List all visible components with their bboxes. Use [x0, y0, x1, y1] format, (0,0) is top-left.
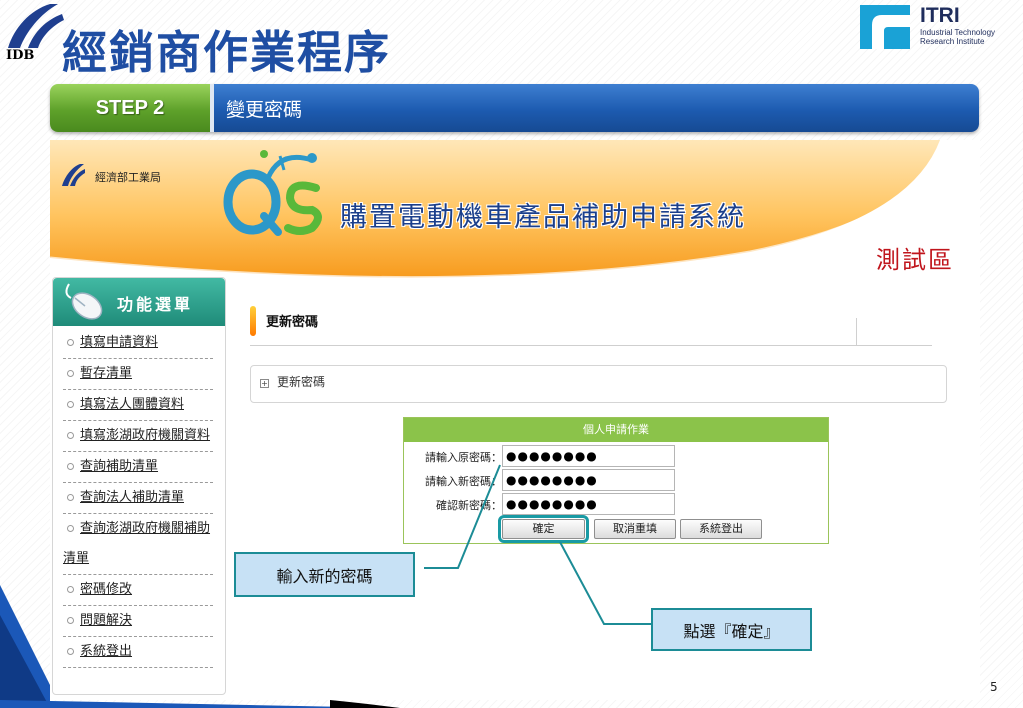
old-password-field[interactable]: ●●●●●●●●	[502, 445, 675, 467]
menu-item-label[interactable]: 系統登出	[80, 644, 132, 659]
bullet-icon	[67, 400, 74, 408]
section-label: 更新密碼	[277, 375, 326, 389]
mouse-icon	[65, 283, 103, 320]
step-title: 變更密碼	[214, 84, 979, 132]
menu-item-query-corporate[interactable]: 查詢法人補助清單	[63, 483, 213, 514]
confirm-password-row: 確認新密碼： ●●●●●●●●	[404, 493, 830, 515]
new-password-row: 請輸入新密碼： ●●●●●●●●	[404, 469, 830, 491]
menu-item-label[interactable]: 填寫申請資料	[80, 335, 158, 350]
menu-item-label[interactable]: 查詢補助清單	[80, 459, 158, 474]
logout-button[interactable]: 系統登出	[680, 519, 762, 539]
menu-item-label[interactable]: 填寫澎湖政府機關資料	[80, 428, 210, 443]
password-form: 個人申請作業 請輸入原密碼： ●●●●●●●● 請輸入新密碼： ●●●●●●●●…	[403, 417, 829, 544]
bullet-icon	[67, 338, 74, 346]
page-number: 5	[990, 680, 998, 694]
itri-logo-icon	[860, 5, 910, 49]
confirm-password-label: 確認新密碼：	[436, 499, 502, 512]
menu-item-fill-penghu[interactable]: 填寫澎湖政府機關資料	[63, 421, 213, 452]
menu-item-logout[interactable]: 系統登出	[63, 637, 213, 668]
confirm-button[interactable]: 確定	[498, 515, 589, 543]
idb-logo-text: IDB	[6, 48, 35, 63]
menu-item-draft-list[interactable]: 暫存清單	[63, 359, 213, 390]
form-header: 個人申請作業	[404, 418, 828, 442]
new-password-field[interactable]: ●●●●●●●●	[502, 469, 675, 491]
reset-button[interactable]: 取消重填	[594, 519, 676, 539]
bullet-icon	[67, 585, 74, 593]
menu-item-label[interactable]: 暫存清單	[80, 366, 132, 381]
itri-subtitle-line2: Research Institute	[920, 37, 985, 46]
menu-item-troubleshoot[interactable]: 問題解決	[63, 606, 213, 637]
itri-subtitle: Industrial Technology Research Institute	[920, 28, 1020, 46]
bullet-icon	[67, 524, 74, 532]
app-screenshot: 經濟部工業局 購置電動機車產品補助申請系統 測試區 功能選單 填寫申請資料 暫存…	[50, 140, 980, 700]
bullet-icon	[67, 369, 74, 377]
expand-plus-icon[interactable]: +	[260, 379, 269, 388]
bullet-icon	[67, 431, 74, 439]
slide-title: 經銷商作業程序	[62, 26, 392, 79]
section-panel[interactable]: + 更新密碼	[250, 365, 947, 403]
page-heading: 更新密碼	[266, 315, 319, 330]
heading-accent	[250, 306, 256, 336]
callout-new-password: 輸入新的密碼	[234, 552, 415, 597]
menu-item-change-password[interactable]: 密碼修改	[63, 575, 213, 606]
menu-list: 填寫申請資料 暫存清單 填寫法人團體資料 填寫澎湖政府機關資料 查詢補助清單 查…	[63, 328, 213, 668]
heading-divider	[856, 318, 857, 346]
menu-title: 功能選單	[117, 295, 194, 314]
step-bar: STEP 2 變更密碼	[50, 84, 979, 132]
heading-underline	[250, 345, 932, 346]
menu-item-label[interactable]: 問題解決	[80, 613, 132, 628]
confirm-password-field[interactable]: ●●●●●●●●	[502, 493, 675, 515]
itri-name: ITRI	[920, 4, 960, 27]
callout-click-confirm: 點選『確定』	[651, 608, 812, 651]
bullet-icon	[67, 462, 74, 470]
new-password-label: 請輸入新密碼：	[425, 475, 502, 488]
bullet-icon	[67, 493, 74, 501]
function-menu: 功能選單 填寫申請資料 暫存清單 填寫法人團體資料 填寫澎湖政府機關資料 查詢補…	[52, 277, 226, 695]
menu-item-label[interactable]: 查詢澎湖政府機關補助清單	[63, 521, 210, 566]
menu-item-query-penghu[interactable]: 查詢澎湖政府機關補助清單	[63, 514, 213, 575]
step-badge: STEP 2	[50, 84, 210, 132]
itri-subtitle-line1: Industrial Technology	[920, 28, 996, 37]
system-title: 購置電動機車產品補助申請系統	[340, 202, 746, 233]
menu-item-label[interactable]: 填寫法人團體資料	[80, 397, 184, 412]
org-name: 經濟部工業局	[95, 171, 161, 184]
menu-header: 功能選單	[53, 278, 225, 326]
menu-item-label[interactable]: 查詢法人補助清單	[80, 490, 184, 505]
menu-item-label[interactable]: 密碼修改	[80, 582, 132, 597]
bullet-icon	[67, 647, 74, 655]
qs-logo	[223, 150, 322, 236]
menu-item-fill-application[interactable]: 填寫申請資料	[63, 328, 213, 359]
test-area-label: 測試區	[876, 246, 954, 274]
bullet-icon	[67, 616, 74, 624]
menu-item-query-subsidy[interactable]: 查詢補助清單	[63, 452, 213, 483]
old-password-row: 請輸入原密碼： ●●●●●●●●	[404, 445, 830, 467]
bottom-swoosh	[0, 700, 400, 708]
old-password-label: 請輸入原密碼：	[425, 451, 502, 464]
menu-item-fill-corporate[interactable]: 填寫法人團體資料	[63, 390, 213, 421]
moea-logo-icon	[62, 164, 85, 186]
